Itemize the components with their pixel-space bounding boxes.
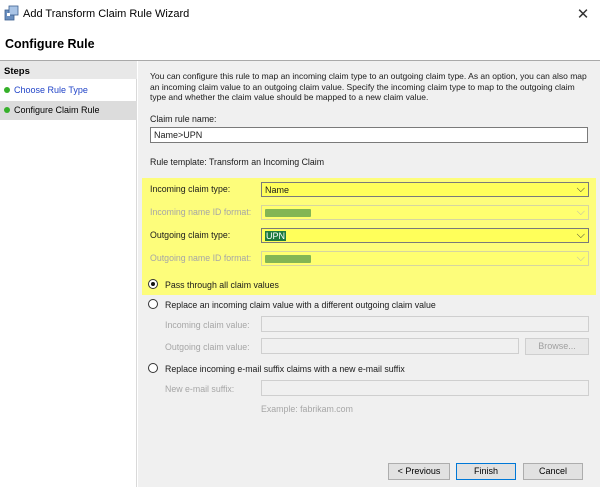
page-header: Configure Rule xyxy=(0,28,600,60)
step-current-icon xyxy=(4,107,10,113)
main-panel: You can configure this rule to map an in… xyxy=(138,61,600,487)
steps-heading: Steps xyxy=(4,66,30,77)
rule-description: You can configure this rule to map an in… xyxy=(150,71,587,102)
sidebar-item-label: Configure Claim Rule xyxy=(14,105,100,115)
browse-button: Browse... xyxy=(525,338,589,355)
chevron-down-icon: ⌵ xyxy=(576,183,585,195)
incoming-name-id-select: ⌵ xyxy=(261,205,589,220)
steps-sidebar: Steps Choose Rule Type Configure Claim R… xyxy=(0,61,137,487)
replace-value-radio[interactable] xyxy=(148,299,158,309)
close-icon[interactable]: ✕ xyxy=(566,0,600,28)
incoming-claim-value-input xyxy=(261,316,589,332)
steps-header: Steps xyxy=(0,61,137,79)
window-title: Add Transform Claim Rule Wizard xyxy=(23,8,190,20)
new-suffix-input xyxy=(261,380,589,396)
step-complete-icon xyxy=(4,87,10,93)
redacted-value xyxy=(265,254,311,265)
rule-name-input[interactable]: Name>UPN xyxy=(150,127,588,143)
chevron-down-icon: ⌵ xyxy=(576,206,585,218)
title-bar: Add Transform Claim Rule Wizard ✕ xyxy=(0,0,600,28)
pass-through-radio[interactable] xyxy=(148,279,158,289)
finish-button[interactable]: Finish xyxy=(456,463,516,480)
chevron-down-icon: ⌵ xyxy=(576,252,585,264)
previous-button[interactable]: < Previous xyxy=(388,463,450,480)
replace-suffix-label: Replace incoming e-mail suffix claims wi… xyxy=(165,364,405,374)
outgoing-claim-type-select[interactable]: UPN ⌵ xyxy=(261,228,589,243)
outgoing-name-id-select: ⌵ xyxy=(261,251,589,266)
sidebar-item-label: Choose Rule Type xyxy=(14,85,88,95)
outgoing-claim-type-value: UPN xyxy=(265,231,287,241)
replace-suffix-radio[interactable] xyxy=(148,363,158,373)
incoming-claim-type-select[interactable]: Name ⌵ xyxy=(261,182,589,197)
outgoing-claim-value-label: Outgoing claim value: xyxy=(165,342,250,352)
suffix-example-text: Example: fabrikam.com xyxy=(261,404,353,414)
rule-template-text: Rule template: Transform an Incoming Cla… xyxy=(150,157,325,167)
incoming-claim-value-label: Incoming claim value: xyxy=(165,320,250,330)
page-title: Configure Rule xyxy=(5,37,95,51)
outgoing-claim-type-label: Outgoing claim type: xyxy=(150,230,231,240)
redacted-value xyxy=(265,208,311,219)
sidebar-item-configure-claim-rule[interactable]: Configure Claim Rule xyxy=(0,101,137,120)
outgoing-name-id-label: Outgoing name ID format: xyxy=(150,253,252,263)
incoming-claim-type-label: Incoming claim type: xyxy=(150,184,231,194)
chevron-down-icon: ⌵ xyxy=(576,229,585,241)
incoming-claim-type-value: Name xyxy=(265,185,290,195)
sidebar-item-choose-rule-type[interactable]: Choose Rule Type xyxy=(0,81,137,100)
incoming-name-id-label: Incoming name ID format: xyxy=(150,207,252,217)
new-suffix-label: New e-mail suffix: xyxy=(165,384,235,394)
pass-through-label: Pass through all claim values xyxy=(165,280,279,290)
cancel-button[interactable]: Cancel xyxy=(523,463,583,480)
outgoing-claim-value-input xyxy=(261,338,519,354)
replace-value-label: Replace an incoming claim value with a d… xyxy=(165,300,436,310)
wizard-app-icon xyxy=(4,5,19,21)
rule-name-label: Claim rule name: xyxy=(150,114,217,124)
